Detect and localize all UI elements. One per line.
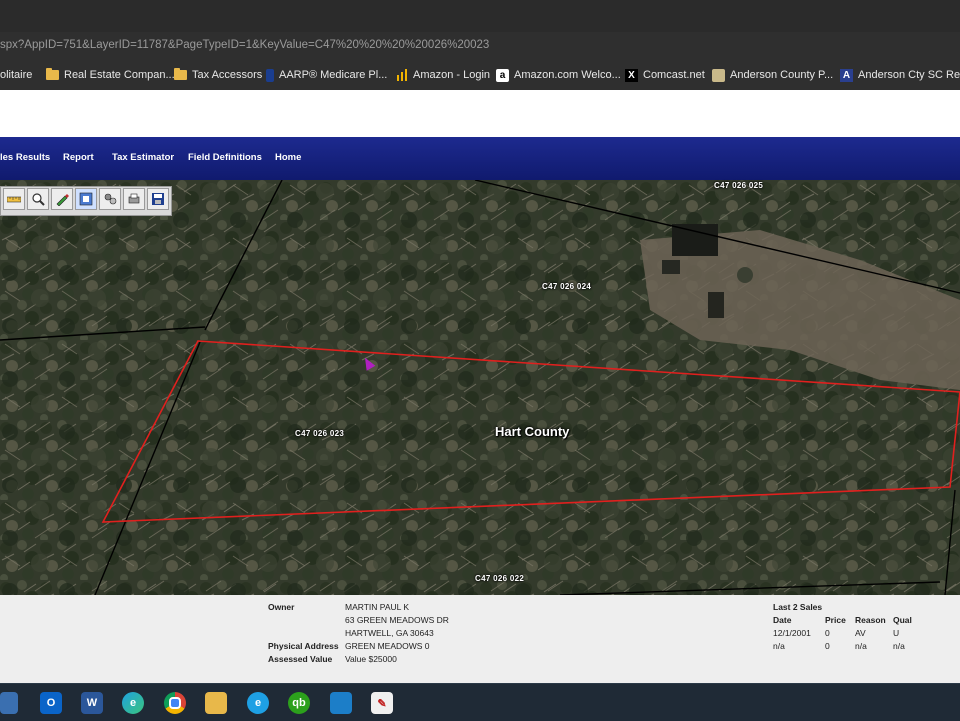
amazon-icon: a: [496, 68, 509, 82]
county-label: Hart County: [495, 424, 570, 439]
owner-address-line1: 63 GREEN MEADOWS DR: [345, 615, 449, 625]
quickbooks-icon[interactable]: qb: [288, 692, 310, 714]
word-icon[interactable]: W: [81, 692, 103, 714]
draw-pencil-icon[interactable]: [51, 188, 73, 210]
sales-row-1-date: 12/1/2001: [773, 628, 811, 638]
owner-name: MARTIN PAUL K: [345, 602, 410, 612]
sales-row-1-price: 0: [825, 628, 830, 638]
nav-home[interactable]: Home: [275, 152, 301, 163]
map-imagery: [0, 180, 960, 595]
chrome-icon[interactable]: [164, 692, 186, 714]
bookmark-aarp-medicare[interactable]: AARP® Medicare Pl...: [266, 68, 387, 82]
assessed-value: Value $25000: [345, 654, 397, 664]
parcel-label-024: C47 026 024: [542, 282, 592, 291]
sales-row-2-qual: n/a: [893, 641, 905, 651]
print-icon[interactable]: [123, 188, 145, 210]
windows-taskbar: O W e e qb ✎: [0, 683, 960, 721]
owner-label: Owner: [268, 602, 295, 612]
sales-row-2-date: n/a: [773, 641, 785, 651]
save-icon[interactable]: [147, 188, 169, 210]
bookmark-comcast[interactable]: X Comcast.net: [625, 68, 705, 82]
sales-header-reason: Reason: [855, 615, 886, 625]
bookmarks-bar: olitaire Real Estate Compan... Tax Acces…: [0, 60, 960, 90]
bookmark-real-estate-companies[interactable]: Real Estate Compan...: [46, 68, 175, 82]
taskbar-partial-icon[interactable]: [0, 692, 18, 714]
zoom-icon[interactable]: [27, 188, 49, 210]
bookmark-amazon-login[interactable]: Amazon - Login: [395, 68, 490, 82]
sales-header-date: Date: [773, 615, 792, 625]
anderson-cty-icon: A: [840, 68, 853, 82]
sales-header-qual: Qual: [893, 615, 912, 625]
page-header-area: [0, 90, 960, 137]
assessed-value-label: Assessed Value: [268, 654, 333, 664]
site-navbar: les Results Report Tax Estimator Field D…: [0, 137, 960, 180]
remote-desktop-icon[interactable]: [330, 692, 352, 714]
map-toolbar: [0, 186, 172, 216]
folder-icon: [46, 68, 59, 80]
parcel-info-panel: Owner MARTIN PAUL K 63 GREEN MEADOWS DR …: [0, 595, 960, 683]
measure-tool-icon[interactable]: [3, 188, 25, 210]
outlook-icon[interactable]: O: [40, 692, 62, 714]
bookmark-anderson-cty-sc[interactable]: A Anderson Cty SC Re...: [840, 68, 960, 82]
parcel-label-025: C47 026 025: [714, 181, 764, 190]
nav-report[interactable]: Report: [63, 152, 94, 163]
bookmark-anderson-county[interactable]: Anderson County P...: [712, 68, 833, 82]
address-bar[interactable]: spx?AppID=751&LayerID=11787&PageTypeID=1…: [0, 32, 960, 60]
select-parcel-icon[interactable]: [75, 188, 97, 210]
parcel-label-023: C47 026 023: [295, 429, 345, 438]
amazon-login-icon: [395, 69, 408, 82]
nav-sales-results[interactable]: les Results: [0, 152, 50, 163]
sales-row-1-qual: U: [893, 628, 900, 638]
bookmark-amazon-welcome[interactable]: a Amazon.com Welco...: [496, 68, 621, 82]
sales-title: Last 2 Sales: [773, 602, 823, 612]
sales-row-2-price: 0: [825, 641, 830, 651]
aerial-map[interactable]: [0, 180, 960, 595]
anderson-county-icon: [712, 68, 725, 82]
owner-address-line2: HARTWELL, GA 30643: [345, 628, 434, 638]
sales-row-2-reason: n/a: [855, 641, 867, 651]
url-text[interactable]: spx?AppID=751&LayerID=11787&PageTypeID=1…: [0, 39, 489, 51]
comcast-icon: X: [625, 68, 638, 82]
browser-tab-strip: [0, 0, 960, 33]
physical-address-label: Physical Address: [268, 641, 339, 651]
sales-header-price: Price: [825, 615, 846, 625]
nav-tax-estimator[interactable]: Tax Estimator: [112, 152, 174, 163]
edge-icon[interactable]: e: [122, 692, 144, 714]
file-explorer-icon[interactable]: [205, 692, 227, 714]
bookmark-tax-accessors[interactable]: Tax Accessors: [174, 68, 262, 82]
physical-address-value: GREEN MEADOWS 0: [345, 641, 430, 651]
internet-explorer-icon[interactable]: e: [247, 692, 269, 714]
folder-icon: [174, 68, 187, 80]
buffer-icon[interactable]: [99, 188, 121, 210]
sales-row-1-reason: AV: [855, 628, 866, 638]
nav-field-definitions[interactable]: Field Definitions: [188, 152, 262, 163]
bookmark-solitaire[interactable]: olitaire: [0, 68, 32, 82]
paint-icon[interactable]: ✎: [371, 692, 393, 714]
parcel-label-022: C47 026 022: [475, 574, 525, 583]
aarp-icon: [266, 68, 274, 82]
